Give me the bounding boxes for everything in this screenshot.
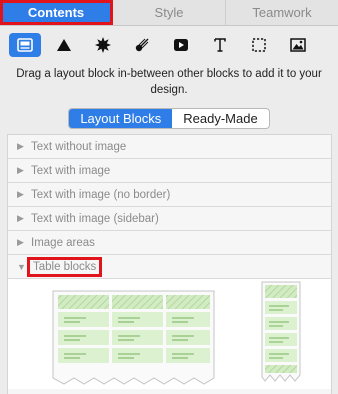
layout-block-icon[interactable]: [9, 33, 41, 57]
segment-ready-made[interactable]: Ready-Made: [172, 109, 268, 128]
block-type-switch: Layout Blocks Ready-Made: [0, 108, 338, 129]
video-play-icon[interactable]: [165, 33, 197, 57]
instruction-text: Drag a layout block in-between other blo…: [16, 68, 322, 96]
top-tab-bar: Contents Style Teamwork: [0, 0, 338, 26]
category-image-areas[interactable]: ▶ Image areas: [8, 231, 331, 255]
tab-teamwork[interactable]: Teamwork: [226, 0, 338, 25]
category-text-with-image-no-border[interactable]: ▶ Text with image (no border): [8, 183, 331, 207]
category-list: ▶ Text without image ▶ Text with image ▶ Te…: [7, 134, 332, 394]
disclosure-triangle-icon: ▶: [17, 189, 24, 199]
disclosure-triangle-open-icon: ▼: [17, 261, 26, 272]
shape-triangle-icon[interactable]: [48, 33, 80, 57]
image-icon[interactable]: [282, 33, 314, 57]
tab-style[interactable]: Style: [113, 0, 226, 25]
narrow-table-block-thumbnail[interactable]: [261, 281, 301, 387]
disclosure-triangle-icon: ▶: [17, 165, 24, 175]
text-t-icon[interactable]: [204, 33, 236, 57]
comet-icon[interactable]: [126, 33, 158, 57]
segment-layout-blocks[interactable]: Layout Blocks: [69, 109, 173, 128]
category-text-with-image[interactable]: ▶ Text with image: [8, 159, 331, 183]
insert-toolbar: [0, 26, 338, 64]
category-table-blocks[interactable]: ▼ Table blocks: [8, 255, 331, 279]
disclosure-triangle-icon: ▶: [17, 141, 24, 151]
category-text-without-image[interactable]: ▶ Text without image: [8, 135, 331, 159]
disclosure-triangle-icon: ▶: [17, 237, 24, 247]
starburst-icon[interactable]: [87, 33, 119, 57]
selection-box-icon[interactable]: [243, 33, 275, 57]
tab-contents[interactable]: Contents: [0, 0, 113, 25]
table-blocks-preview: [8, 279, 331, 389]
disclosure-triangle-icon: ▶: [17, 213, 24, 223]
wide-table-block-thumbnail[interactable]: [52, 290, 215, 390]
category-text-with-image-sidebar[interactable]: ▶ Text with image (sidebar): [8, 207, 331, 231]
